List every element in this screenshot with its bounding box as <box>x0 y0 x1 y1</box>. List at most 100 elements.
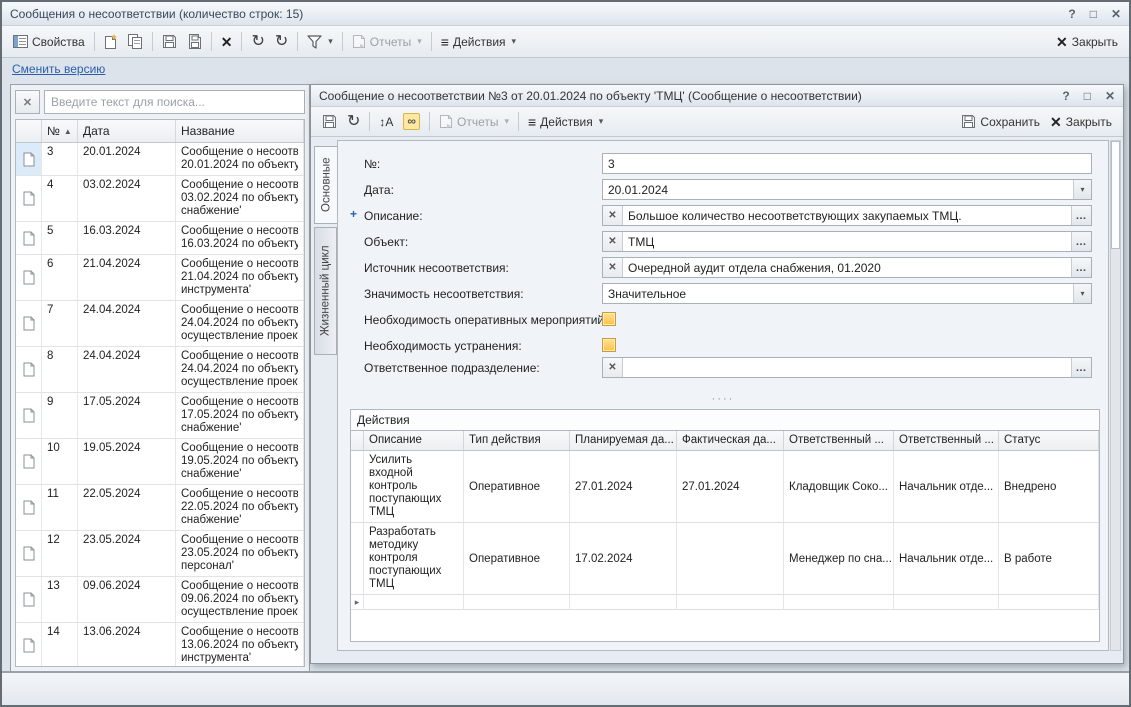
row-date[interactable]: 23.05.2024 <box>78 531 176 576</box>
action-cell[interactable]: 27.01.2024 <box>570 451 677 522</box>
dialog-reports-button[interactable]: Отчеты ▾ <box>434 111 514 132</box>
close-icon[interactable]: ✕ <box>1111 7 1121 21</box>
field-significance-select[interactable]: Значительное ▾ <box>602 283 1092 304</box>
actions-column-header[interactable]: Тип действия <box>464 431 570 450</box>
list-header-icon-col[interactable] <box>16 120 42 142</box>
message-list-row[interactable]: 8 24.04.2024 Сообщение о несоответств24.… <box>16 347 304 393</box>
row-num[interactable]: 9 <box>42 393 78 438</box>
filter-button[interactable]: ▾ <box>302 32 338 52</box>
actions-new-row[interactable]: ▸ <box>351 595 1099 610</box>
message-list-row[interactable]: 7 24.04.2024 Сообщение о несоответств24.… <box>16 301 304 347</box>
refresh-button[interactable]: ↻ <box>246 31 269 53</box>
row-num[interactable]: 10 <box>42 439 78 484</box>
responsible-clear-button[interactable]: ✕ <box>603 358 623 377</box>
row-date[interactable]: 17.05.2024 <box>78 393 176 438</box>
copy-record-button[interactable] <box>123 31 148 52</box>
object-clear-button[interactable]: ✕ <box>603 232 623 251</box>
close-window-button[interactable]: ✕ Закрыть <box>1051 32 1123 52</box>
search-clear-button[interactable]: ✕ <box>15 90 40 114</box>
action-cell[interactable]: Оперативное <box>464 451 570 522</box>
row-num[interactable]: 6 <box>42 255 78 300</box>
field-object-input[interactable]: ✕ ТМЦ … <box>602 231 1092 252</box>
message-list-row[interactable]: 3 20.01.2024 Сообщение о несоответств20.… <box>16 143 304 176</box>
splitter-handle[interactable]: ···· <box>338 395 1108 403</box>
row-date[interactable]: 24.04.2024 <box>78 301 176 346</box>
list-header-name[interactable]: Название <box>176 120 304 142</box>
row-date[interactable]: 03.02.2024 <box>78 176 176 221</box>
object-more-button[interactable]: … <box>1071 232 1091 251</box>
row-num[interactable]: 4 <box>42 176 78 221</box>
row-autoheight-button[interactable]: ↕A <box>374 112 398 132</box>
field-date-input[interactable]: 20.01.2024 ▾ <box>602 179 1092 200</box>
responsible-more-button[interactable]: … <box>1071 358 1091 377</box>
maximize-icon[interactable]: □ <box>1090 7 1097 21</box>
linked-records-button[interactable]: ∞ <box>398 110 425 133</box>
dialog-refresh-button[interactable]: ↻ <box>342 111 365 133</box>
date-dropdown-button[interactable]: ▾ <box>1073 180 1091 199</box>
dialog-save-icon-button[interactable] <box>317 111 342 132</box>
search-input[interactable] <box>44 90 305 114</box>
row-date[interactable]: 16.03.2024 <box>78 222 176 254</box>
action-cell[interactable]: Усилить входной контроль поступающих ТМЦ <box>364 451 464 522</box>
action-cell[interactable]: 17.02.2024 <box>570 523 677 594</box>
action-cell[interactable]: Разработать методику контроля поступающи… <box>364 523 464 594</box>
row-name[interactable]: Сообщение о несоответств17.05.2024 по об… <box>176 393 304 438</box>
message-list-row[interactable]: 10 19.05.2024 Сообщение о несоответств19… <box>16 439 304 485</box>
action-cell[interactable]: 27.01.2024 <box>677 451 784 522</box>
dialog-actions-button[interactable]: ≡ Действия ▾ <box>523 112 608 132</box>
dialog-save-button[interactable]: Сохранить <box>956 111 1045 132</box>
field-description-input[interactable]: ✕ Большое количество несоответствующих з… <box>602 205 1092 226</box>
actions-column-header[interactable]: Статус <box>999 431 1099 450</box>
refresh-all-button[interactable]: ↻ <box>270 31 293 53</box>
action-row[interactable]: Усилить входной контроль поступающих ТМЦ… <box>351 451 1099 523</box>
delete-button[interactable]: ✕ <box>216 32 238 52</box>
list-header-date[interactable]: Дата <box>78 120 176 142</box>
action-cell[interactable] <box>677 523 784 594</box>
message-list-row[interactable]: 6 21.04.2024 Сообщение о несоответств21.… <box>16 255 304 301</box>
row-name[interactable]: Сообщение о несоответств24.04.2024 по об… <box>176 301 304 346</box>
row-num[interactable]: 8 <box>42 347 78 392</box>
message-list-row[interactable]: 4 03.02.2024 Сообщение о несоответств03.… <box>16 176 304 222</box>
action-cell[interactable]: Кладовщик Соко... <box>784 451 894 522</box>
message-list-row[interactable]: 9 17.05.2024 Сообщение о несоответств17.… <box>16 393 304 439</box>
row-date[interactable]: 13.06.2024 <box>78 623 176 667</box>
tab-lifecycle[interactable]: Жизненный цикл <box>314 227 337 355</box>
need-elimination-checkbox[interactable] <box>602 338 616 352</box>
field-source-input[interactable]: ✕ Очередной аудит отдела снабжения, 01.2… <box>602 257 1092 278</box>
row-name[interactable]: Сообщение о несоответств21.04.2024 по об… <box>176 255 304 300</box>
message-list-row[interactable]: 5 16.03.2024 Сообщение о несоответств16.… <box>16 222 304 255</box>
row-num[interactable]: 12 <box>42 531 78 576</box>
significance-dropdown-button[interactable]: ▾ <box>1073 284 1091 303</box>
action-cell[interactable]: Внедрено <box>999 451 1099 522</box>
row-name[interactable]: Сообщение о несоответств23.05.2024 по об… <box>176 531 304 576</box>
action-cell[interactable]: Оперативное <box>464 523 570 594</box>
save-record-button[interactable] <box>157 31 182 52</box>
action-row[interactable]: Разработать методику контроля поступающи… <box>351 523 1099 595</box>
row-name[interactable]: Сообщение о несоответств20.01.2024 по об… <box>176 143 304 175</box>
actions-column-header[interactable]: Планируемая да... <box>570 431 677 450</box>
row-name[interactable]: Сообщение о несоответств22.05.2024 по об… <box>176 485 304 530</box>
scrollbar-thumb[interactable] <box>1111 141 1120 249</box>
row-name[interactable]: Сообщение о несоответств13.06.2024 по об… <box>176 623 304 667</box>
row-name[interactable]: Сообщение о несоответств03.02.2024 по об… <box>176 176 304 221</box>
action-cell[interactable]: Начальник отде... <box>894 451 999 522</box>
message-list-row[interactable]: 13 09.06.2024 Сообщение о несоответств09… <box>16 577 304 623</box>
new-record-button[interactable] <box>99 31 123 52</box>
row-name[interactable]: Сообщение о несоответств19.05.2024 по об… <box>176 439 304 484</box>
list-header-num[interactable]: № ▲ <box>42 120 78 142</box>
message-list-row[interactable]: 11 22.05.2024 Сообщение о несоответств22… <box>16 485 304 531</box>
row-num[interactable]: 14 <box>42 623 78 667</box>
actions-button[interactable]: ≡ Действия ▾ <box>436 32 521 52</box>
message-list-row[interactable]: 12 23.05.2024 Сообщение о несоответств23… <box>16 531 304 577</box>
source-more-button[interactable]: … <box>1071 258 1091 277</box>
help-icon[interactable]: ? <box>1068 7 1075 21</box>
dialog-help-icon[interactable]: ? <box>1062 89 1069 103</box>
row-num[interactable]: 7 <box>42 301 78 346</box>
row-date[interactable]: 09.06.2024 <box>78 577 176 622</box>
tab-main[interactable]: Основные <box>314 146 338 224</box>
row-name[interactable]: Сообщение о несоответств16.03.2024 по об… <box>176 222 304 254</box>
dialog-close-button[interactable]: ✕ Закрыть <box>1045 112 1117 132</box>
row-date[interactable]: 24.04.2024 <box>78 347 176 392</box>
field-number-input[interactable]: 3 <box>602 153 1092 174</box>
actions-column-header[interactable]: Фактическая да... <box>677 431 784 450</box>
